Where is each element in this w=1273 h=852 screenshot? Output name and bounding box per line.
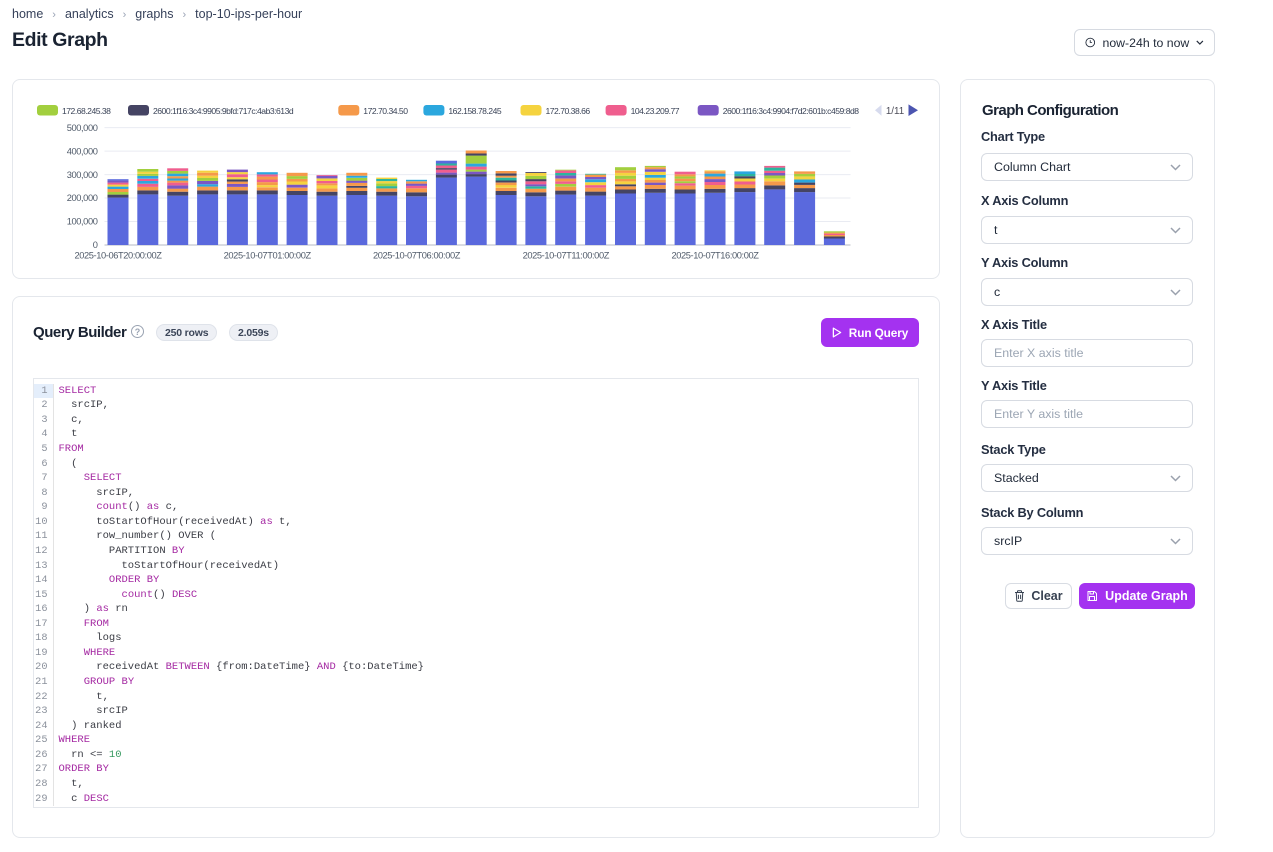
svg-text:172.70.34.50: 172.70.34.50 [363,106,408,116]
svg-text:162.158.78.245: 162.158.78.245 [448,106,501,116]
svg-text:100,000: 100,000 [67,217,98,227]
svg-text:2025-10-07T16:00:00Z: 2025-10-07T16:00:00Z [671,251,759,261]
svg-text:500,000: 500,000 [67,123,98,133]
svg-text:200,000: 200,000 [67,193,98,203]
svg-text:1/11: 1/11 [886,106,904,117]
svg-text:104.23.209.77: 104.23.209.77 [631,106,680,116]
svg-text:172.70.38.66: 172.70.38.66 [546,106,591,116]
svg-text:300,000: 300,000 [67,170,98,180]
svg-text:2600:1f16:3c4:9904:f7d2:601b:c: 2600:1f16:3c4:9904:f7d2:601b:c459:8d8 [723,106,860,116]
svg-text:2600:1f16:3c4:9905:9bfd:717c:4: 2600:1f16:3c4:9905:9bfd:717c:4ab3:613d [153,106,294,116]
svg-text:2025-10-06T20:00:00Z: 2025-10-06T20:00:00Z [74,251,162,261]
svg-text:2025-10-07T01:00:00Z: 2025-10-07T01:00:00Z [224,251,312,261]
svg-text:2025-10-07T11:00:00Z: 2025-10-07T11:00:00Z [523,251,610,261]
svg-text:172.68.245.38: 172.68.245.38 [62,106,111,116]
svg-text:400,000: 400,000 [67,146,98,156]
svg-text:2025-10-07T06:00:00Z: 2025-10-07T06:00:00Z [373,251,461,261]
svg-text:0: 0 [93,240,98,250]
